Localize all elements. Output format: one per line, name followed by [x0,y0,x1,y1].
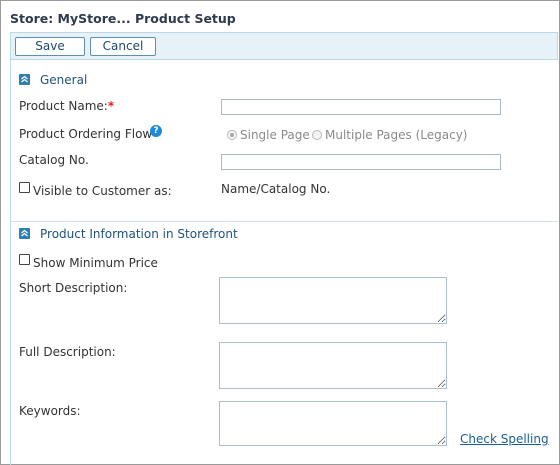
radio-multiple-pages[interactable] [312,130,322,140]
ordering-flow-label: Product Ordering Flow [19,127,153,141]
section-divider [10,221,558,222]
radio-multiple-pages-label: Multiple Pages (Legacy) [325,128,468,142]
catalog-no-input[interactable] [221,154,501,170]
cancel-button[interactable]: Cancel [90,37,156,56]
help-icon[interactable]: ? [150,125,162,137]
visible-to-customer-value: Name/Catalog No. [221,182,331,196]
radio-single-page-label: Single Page [240,128,310,142]
collapse-up-icon[interactable] [19,228,30,239]
short-description-label: Short Description: [19,281,128,295]
save-button[interactable]: Save [15,37,85,56]
product-name-label-text: Product Name: [19,99,108,113]
collapse-up-icon[interactable] [19,74,30,85]
check-spelling-link[interactable]: Check Spelling [460,432,549,446]
visible-to-customer-checkbox[interactable] [19,182,30,193]
keywords-label: Keywords: [19,404,81,418]
keywords-textarea[interactable] [219,401,447,446]
toolbar: Save Cancel [10,32,558,60]
short-description-textarea[interactable] [219,277,447,324]
show-minimum-price-checkbox[interactable] [19,254,30,265]
section-title-general[interactable]: General [40,73,87,87]
required-marker: * [107,99,115,113]
visible-to-customer-label: Visible to Customer as: [33,184,172,198]
page-title: Store: MyStore... Product Setup [10,11,236,26]
radio-single-page[interactable] [227,130,237,140]
full-description-textarea[interactable] [219,342,447,389]
section-title-storefront[interactable]: Product Information in Storefront [40,227,238,241]
full-description-label: Full Description: [19,345,116,359]
catalog-no-label: Catalog No. [19,153,89,167]
product-name-input[interactable] [221,99,501,115]
show-minimum-price-label: Show Minimum Price [33,256,158,270]
product-name-label: Product Name:* [19,99,114,113]
